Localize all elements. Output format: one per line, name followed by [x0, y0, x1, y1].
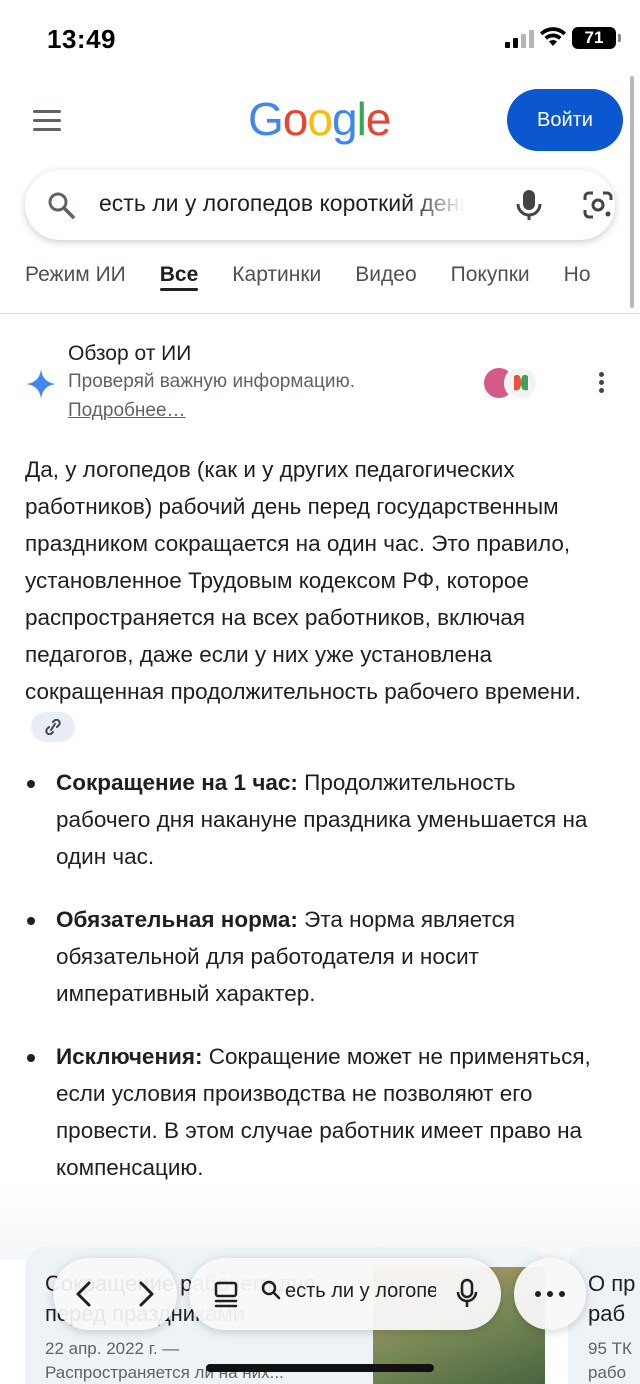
list-item: Сокращение на 1 час: Продолжительность р… [25, 764, 615, 875]
hamburger-menu-icon[interactable] [33, 110, 61, 132]
search-icon [261, 1280, 281, 1300]
source-card-date: 22 апр. 2022 г. — Распространяется ли на … [45, 1339, 284, 1382]
ai-overview-warning: Проверяй важную информацию. [68, 371, 355, 392]
status-time: 13:49 [47, 24, 116, 54]
search-input[interactable]: есть ли у логопедов короткий день [99, 190, 465, 222]
list-item: Исключения: Сокращение может не применят… [25, 1038, 615, 1186]
source-avatars[interactable] [482, 366, 538, 400]
answer-text: Да, у логопедов (как и у других педагоги… [25, 457, 582, 704]
ai-overview-bullets: Сокращение на 1 час: Продолжительность р… [25, 764, 615, 1212]
source-card-date: 95 ТК рабо [588, 1339, 632, 1382]
tabs-divider [0, 313, 640, 314]
link-icon [45, 719, 61, 736]
navigation-buttons [53, 1258, 177, 1330]
address-bar-text[interactable]: есть ли у логопедов [261, 1280, 436, 1303]
source-avatar [504, 366, 538, 400]
tab-videos[interactable]: Видео [355, 258, 416, 304]
back-icon[interactable] [71, 1280, 97, 1308]
book-logo-icon [514, 374, 528, 391]
search-tabs: Режим ИИ Все Картинки Видео Покупки Но [25, 258, 640, 308]
ai-sparkle-icon [26, 369, 56, 399]
more-options-icon[interactable] [594, 372, 608, 398]
tab-news[interactable]: Но [564, 258, 591, 304]
ai-overview-answer: Да, у логопедов (как и у других педагоги… [25, 451, 615, 747]
battery-indicator: 71 [572, 27, 621, 49]
signin-button[interactable]: Войти [507, 89, 623, 151]
google-logo[interactable]: Google [248, 92, 391, 146]
more-menu-button[interactable] [514, 1258, 586, 1330]
tabs-overview-icon[interactable] [213, 1280, 239, 1308]
forward-icon[interactable] [133, 1280, 159, 1308]
status-bar: 13:49 71 [0, 0, 640, 76]
address-bar[interactable]: есть ли у логопедов [189, 1258, 501, 1330]
google-lens-icon[interactable] [582, 190, 614, 220]
cellular-signal-icon [505, 30, 534, 48]
search-bar[interactable]: есть ли у логопедов короткий день [25, 170, 615, 240]
tab-ai-mode[interactable]: Режим ИИ [25, 258, 126, 304]
tab-images[interactable]: Картинки [232, 258, 321, 304]
list-item: Обязательная норма: Эта норма является о… [25, 901, 615, 1012]
ai-overview-title: Обзор от ИИ [68, 342, 192, 365]
tab-all[interactable]: Все [159, 258, 198, 304]
microphone-icon[interactable] [515, 189, 543, 221]
scrollbar[interactable] [630, 76, 634, 308]
source-link-chip[interactable] [31, 712, 75, 743]
search-icon [48, 192, 75, 219]
tab-shopping[interactable]: Покупки [451, 258, 530, 304]
wifi-icon [540, 27, 566, 46]
microphone-icon[interactable] [455, 1278, 479, 1310]
home-indicator [206, 1364, 434, 1372]
source-card-title: О пр раб [588, 1271, 636, 1326]
learn-more-link[interactable]: Подробнее… [68, 400, 186, 422]
